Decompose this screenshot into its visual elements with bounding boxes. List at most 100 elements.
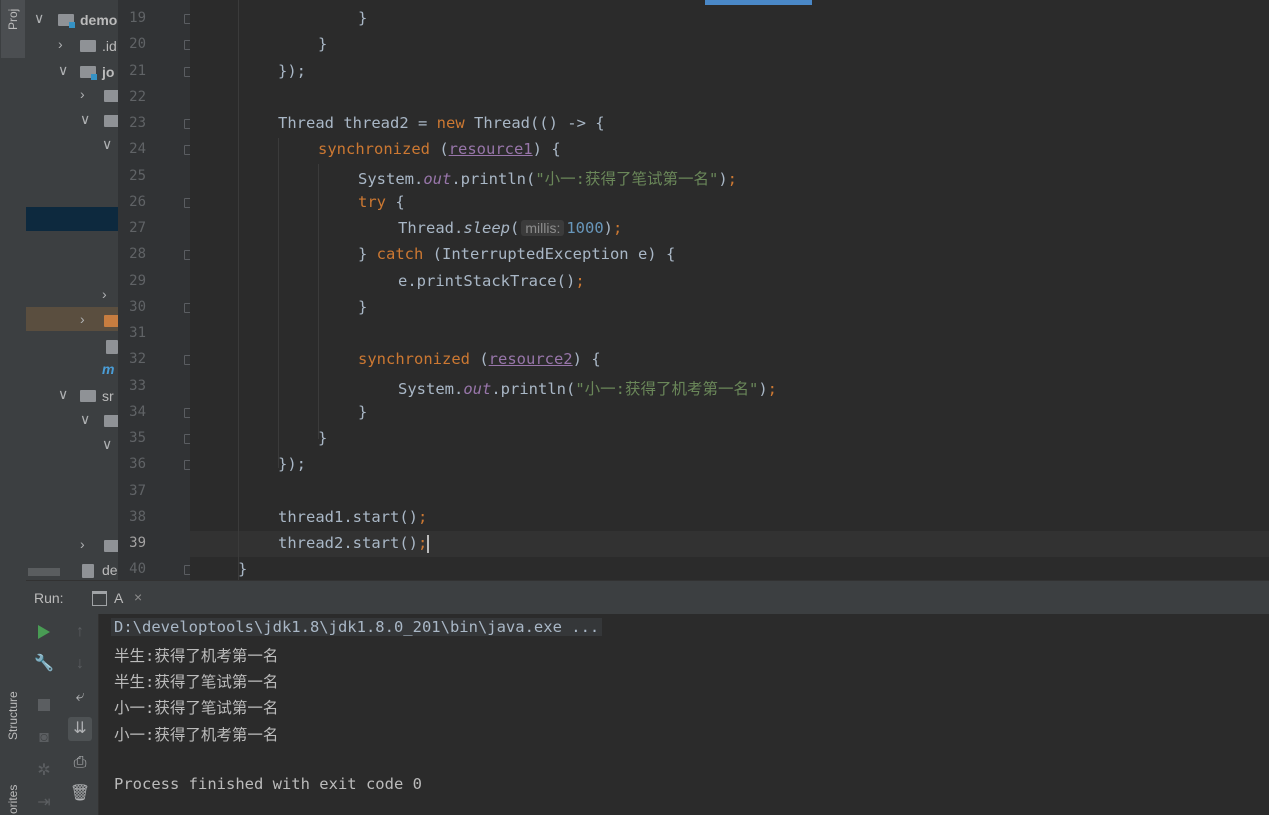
- keyword-token: synchronized: [318, 140, 430, 158]
- text-caret: [427, 534, 430, 553]
- folder-icon: [104, 90, 118, 102]
- run-panel-title: Run:: [34, 590, 64, 606]
- run-tab-label: A: [114, 590, 124, 606]
- tree-item-maven[interactable]: m: [26, 355, 118, 381]
- arrow-down-icon[interactable]: ↓: [68, 652, 92, 676]
- tree-item-root[interactable]: ∨ demo: [26, 6, 118, 32]
- keyword-token: catch: [376, 245, 424, 263]
- line-number: 27: [129, 220, 146, 236]
- code-token: }: [358, 9, 368, 27]
- arrow-up-icon[interactable]: ↑: [68, 620, 92, 644]
- line-number: 24: [129, 141, 146, 157]
- code-line-33: System.out.println("小一:获得了机考第一名");: [398, 377, 777, 399]
- chevron-down-icon[interactable]: ∨: [80, 112, 92, 126]
- semicolon-token: ;: [417, 508, 428, 526]
- chevron-right-icon[interactable]: ›: [58, 37, 70, 51]
- project-horizontal-scrollbar[interactable]: [28, 568, 60, 576]
- line-number: 40: [129, 561, 146, 577]
- project-tree-panel: ∨ demo › .id ∨ jo › ∨ ∨ › › m ∨ sr ∨ ∨ ›…: [26, 0, 118, 580]
- console-output[interactable]: D:\developtools\jdk1.8\jdk1.8.0_201\bin\…: [99, 614, 1269, 815]
- field-token[interactable]: resource1: [449, 140, 533, 158]
- code-line-28: } catch (InterruptedException e) {: [358, 245, 675, 263]
- semicolon-token: ;: [727, 170, 738, 188]
- code-token: });: [278, 455, 306, 473]
- chevron-right-icon[interactable]: ›: [80, 87, 92, 101]
- keyword-token: synchronized: [358, 350, 470, 368]
- chevron-right-icon[interactable]: ›: [102, 287, 114, 301]
- stop-icon[interactable]: [32, 693, 56, 717]
- tree-item-src[interactable]: ∨ sr: [26, 382, 118, 408]
- code-token: .println(: [491, 380, 576, 398]
- code-token: Thread(() -> {: [464, 114, 605, 132]
- code-line-19: }: [358, 9, 367, 27]
- close-icon[interactable]: ×: [134, 589, 142, 605]
- chevron-down-icon[interactable]: ∨: [58, 387, 70, 401]
- tree-item-folder[interactable]: ›: [26, 282, 118, 308]
- tree-item-module[interactable]: ∨ jo: [26, 58, 118, 84]
- camera-icon[interactable]: ◙: [32, 726, 56, 750]
- code-token: System.: [398, 380, 464, 398]
- tree-item-folder[interactable]: ›: [26, 532, 118, 558]
- code-token: }: [318, 429, 328, 447]
- code-token: thread2.start(): [278, 534, 418, 552]
- code-line-34: }: [358, 403, 367, 421]
- code-token: Thread.: [398, 219, 464, 237]
- chevron-down-icon[interactable]: ∨: [102, 137, 114, 151]
- chevron-down-icon[interactable]: ∨: [58, 63, 70, 77]
- code-token: Thread: [278, 114, 334, 132]
- run-config-tab[interactable]: A ×: [88, 581, 180, 614]
- tree-item-folder[interactable]: ∨: [26, 132, 118, 158]
- print-icon[interactable]: ⎙: [68, 751, 92, 775]
- semicolon-token: ;: [417, 534, 428, 552]
- code-token: }: [358, 403, 368, 421]
- folder-icon: [104, 315, 118, 327]
- console-line: 小一:获得了笔试第一名: [114, 699, 279, 717]
- editor-tab-indicator: [705, 0, 812, 5]
- semicolon-token: ;: [613, 219, 623, 237]
- console-line: 小一:获得了机考第一名: [114, 726, 279, 744]
- exit-icon[interactable]: ⇥: [32, 791, 56, 815]
- method-token: sleep: [463, 219, 510, 237]
- code-line-36: });: [278, 455, 306, 473]
- soft-wrap-icon[interactable]: ⤶: [68, 685, 92, 709]
- line-number: 28: [129, 246, 146, 262]
- play-icon[interactable]: [32, 620, 56, 644]
- code-token: }: [358, 298, 368, 316]
- tree-item-folder[interactable]: ∨: [26, 432, 118, 458]
- tree-item-label: demo: [80, 12, 118, 28]
- code-token: System.: [358, 170, 424, 188]
- code-token: ) {: [572, 350, 601, 368]
- chevron-down-icon[interactable]: ∨: [34, 11, 46, 25]
- code-line-26: try {: [358, 193, 405, 211]
- favorites-tool-tab[interactable]: orites: [1, 780, 25, 815]
- module-badge-icon: [91, 74, 97, 80]
- field-token[interactable]: resource2: [489, 350, 573, 368]
- code-token: thread1.start(): [278, 508, 418, 526]
- tree-item-excluded[interactable]: ›: [26, 307, 118, 331]
- tree-item-selected[interactable]: [26, 207, 118, 231]
- structure-tool-tab[interactable]: Structure: [1, 670, 25, 770]
- code-token: ) {: [532, 140, 561, 158]
- code-line-24: synchronized (resource1) {: [318, 140, 561, 158]
- chevron-down-icon[interactable]: ∨: [80, 412, 92, 426]
- line-number: 38: [129, 509, 146, 525]
- folder-icon: [104, 115, 118, 127]
- chevron-down-icon[interactable]: ∨: [102, 437, 114, 451]
- code-line-30: }: [358, 298, 367, 316]
- code-token: (: [510, 219, 520, 237]
- trash-icon[interactable]: 🗑: [68, 782, 92, 806]
- wrench-icon[interactable]: 🔧: [32, 652, 56, 676]
- scroll-to-end-icon[interactable]: ⇊: [68, 717, 92, 741]
- chevron-right-icon[interactable]: ›: [80, 312, 92, 326]
- tree-item-idea[interactable]: › .id: [26, 32, 118, 58]
- chevron-right-icon[interactable]: ›: [80, 537, 92, 551]
- console-exit-line: Process finished with exit code 0: [114, 775, 422, 793]
- console-command-line[interactable]: D:\developtools\jdk1.8\jdk1.8.0_201\bin\…: [111, 618, 603, 636]
- project-tool-tab[interactable]: Proj: [1, 0, 25, 58]
- code-token: (: [469, 350, 489, 368]
- code-editor[interactable]: } } }); Thread thread2 = new Thread(() -…: [190, 0, 1269, 580]
- tree-item-folder[interactable]: ∨: [26, 407, 118, 433]
- tree-item-folder[interactable]: ∨: [26, 107, 118, 133]
- gear-icon[interactable]: ✲: [32, 759, 56, 783]
- tree-item-folder[interactable]: ›: [26, 82, 118, 108]
